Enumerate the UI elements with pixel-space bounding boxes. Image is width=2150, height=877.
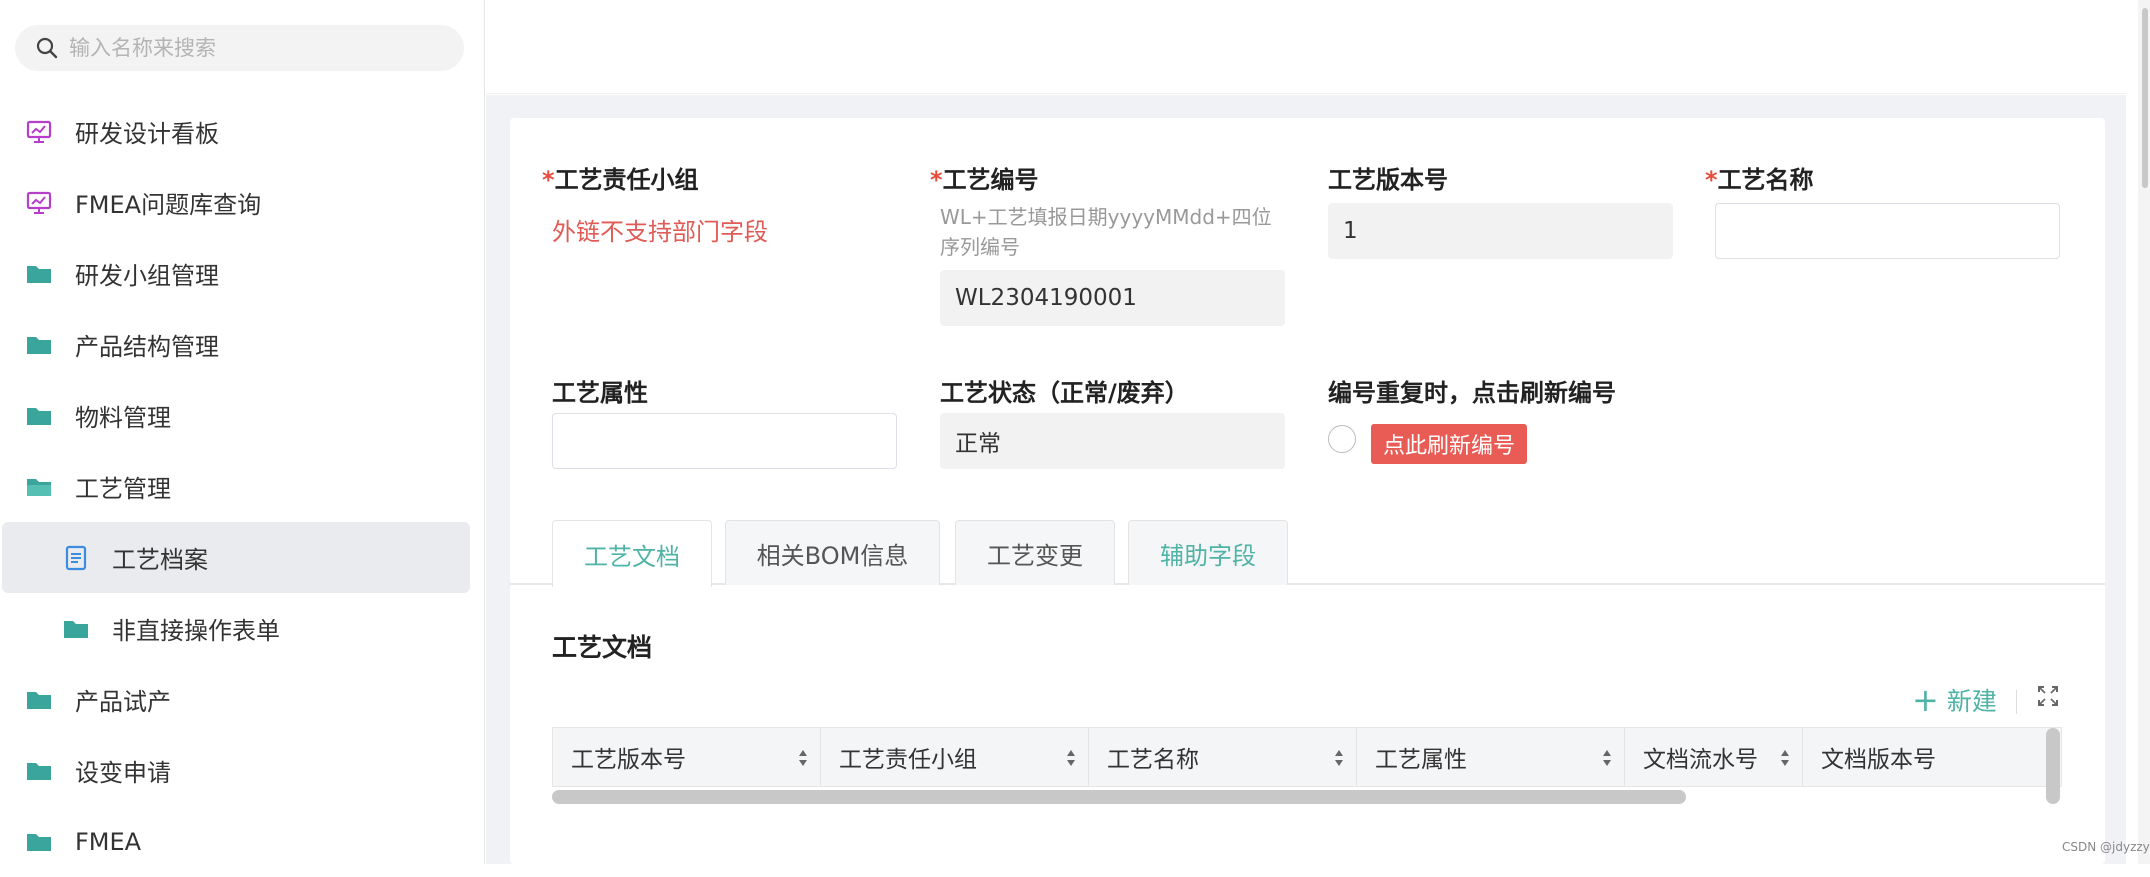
- folder-icon: [25, 331, 53, 359]
- attribute-field[interactable]: [552, 413, 897, 469]
- column-label: 工艺属性: [1375, 747, 1467, 773]
- sidebar-item-indirect-forms[interactable]: 非直接操作表单: [0, 593, 485, 664]
- sort-icon[interactable]: [1066, 748, 1076, 768]
- sidebar-item-product-structure[interactable]: 产品结构管理: [0, 309, 485, 380]
- expand-icon[interactable]: [2036, 684, 2060, 708]
- column-label: 文档流水号: [1643, 747, 1758, 773]
- scrollbar-thumb[interactable]: [552, 790, 1686, 804]
- sidebar-item-label: FMEA问题库查询: [75, 191, 262, 219]
- column-label: 文档版本号: [1821, 747, 1936, 773]
- sort-icon[interactable]: [1780, 748, 1790, 768]
- column-header[interactable]: 文档版本号: [1803, 728, 2061, 786]
- sidebar-item-label: 非直接操作表单: [112, 617, 280, 645]
- sidebar-item-change-request[interactable]: 设变申请: [0, 735, 485, 806]
- sort-icon[interactable]: [798, 748, 808, 768]
- scrollbar-thumb[interactable]: [2142, 8, 2148, 188]
- column-header[interactable]: 工艺属性: [1357, 728, 1625, 786]
- folder-open-icon: [25, 473, 53, 501]
- group-label: *工艺责任小组: [542, 166, 699, 194]
- version-label: 工艺版本号: [1328, 166, 1448, 194]
- sidebar-item-fmea-query[interactable]: FMEA问题库查询: [0, 167, 485, 238]
- column-label: 工艺名称: [1107, 747, 1199, 773]
- table-vertical-scrollbar[interactable]: [2046, 728, 2060, 804]
- main-header: [486, 6, 2126, 94]
- sidebar-item-label: 物料管理: [75, 404, 171, 432]
- attribute-label: 工艺属性: [552, 379, 648, 407]
- code-hint: WL+工艺填报日期yyyyMMdd+四位序列编号: [940, 205, 1272, 259]
- watermark: CSDN @jdyzzy: [2062, 840, 2150, 854]
- sidebar-nav: 研发设计看板 FMEA问题库查询 研发小组管理 产品结构管理 物料管理 工艺管理…: [0, 96, 485, 877]
- sort-icon[interactable]: [1334, 748, 1344, 768]
- folder-icon: [62, 615, 90, 643]
- sidebar-item-label: 设变申请: [75, 759, 171, 787]
- refresh-label: 编号重复时，点击刷新编号: [1328, 379, 1616, 407]
- search-icon: [36, 37, 58, 59]
- plus-icon: +: [1912, 681, 1939, 719]
- tab-process-change[interactable]: 工艺变更: [955, 520, 1115, 585]
- tab-aux-fields[interactable]: 辅助字段: [1128, 520, 1288, 585]
- code-label: *工艺编号: [930, 166, 1039, 194]
- sort-icon[interactable]: [1602, 748, 1612, 768]
- table-horizontal-scrollbar[interactable]: [552, 788, 2062, 804]
- column-header[interactable]: 工艺版本号: [553, 728, 821, 786]
- dashboard-icon: [25, 189, 53, 217]
- folder-icon: [25, 757, 53, 785]
- sidebar-item-label: 研发小组管理: [75, 262, 219, 290]
- sidebar-item-label: FMEA: [75, 827, 142, 856]
- new-button-label: 新建: [1946, 687, 1997, 716]
- sidebar-item-process[interactable]: 工艺管理: [0, 451, 485, 522]
- sidebar-item-rd-dashboard[interactable]: 研发设计看板: [0, 96, 485, 167]
- sidebar-item-label: 工艺管理: [75, 475, 171, 503]
- folder-icon: [25, 828, 53, 856]
- folder-icon: [25, 686, 53, 714]
- refresh-code-button[interactable]: 点此刷新编号: [1371, 424, 1528, 464]
- toolbar-divider: [2016, 690, 2017, 714]
- table-header: 工艺版本号 工艺责任小组 工艺名称 工艺属性 文档流水号 文档版本号: [552, 727, 2062, 787]
- column-label: 工艺责任小组: [839, 747, 977, 773]
- search-input[interactable]: [69, 36, 429, 60]
- version-field[interactable]: 1: [1328, 203, 1673, 259]
- column-label: 工艺版本号: [571, 747, 686, 773]
- sidebar-item-label: 研发设计看板: [75, 120, 219, 148]
- sidebar-item-fmea[interactable]: FMEA: [0, 806, 485, 877]
- column-header[interactable]: 文档流水号: [1625, 728, 1803, 786]
- search-box[interactable]: [15, 25, 464, 71]
- sidebar-item-trial-production[interactable]: 产品试产: [0, 664, 485, 735]
- tab-bar: 工艺文档 相关BOM信息 工艺变更 辅助字段: [510, 520, 2105, 587]
- sidebar-item-rd-group[interactable]: 研发小组管理: [0, 238, 485, 309]
- section-title: 工艺文档: [552, 633, 653, 662]
- column-header[interactable]: 工艺责任小组: [821, 728, 1089, 786]
- sidebar-item-material[interactable]: 物料管理: [0, 380, 485, 451]
- tab-process-docs[interactable]: 工艺文档: [552, 520, 712, 587]
- name-field[interactable]: [1715, 203, 2060, 259]
- column-header[interactable]: 工艺名称: [1089, 728, 1357, 786]
- group-warning: 外链不支持部门字段: [552, 218, 768, 246]
- dashboard-icon: [25, 118, 53, 146]
- status-field[interactable]: 正常: [940, 413, 1285, 469]
- name-label: *工艺名称: [1705, 166, 1814, 194]
- refresh-radio[interactable]: [1328, 425, 1356, 453]
- folder-icon: [25, 402, 53, 430]
- folder-icon: [25, 260, 53, 288]
- page-scrollbar[interactable]: [2138, 0, 2150, 864]
- sidebar: 研发设计看板 FMEA问题库查询 研发小组管理 产品结构管理 物料管理 工艺管理…: [0, 0, 485, 864]
- document-icon: [62, 544, 90, 572]
- new-button[interactable]: + 新建: [1912, 682, 1997, 718]
- status-label: 工艺状态（正常/废弃）: [940, 379, 1189, 407]
- code-field[interactable]: WL2304190001: [940, 270, 1285, 326]
- sidebar-item-label: 产品结构管理: [75, 333, 219, 361]
- tab-bom-info[interactable]: 相关BOM信息: [725, 520, 940, 585]
- sidebar-item-process-archive[interactable]: 工艺档案: [2, 522, 470, 593]
- sidebar-item-label: 产品试产: [75, 688, 171, 716]
- sidebar-item-label: 工艺档案: [112, 546, 208, 574]
